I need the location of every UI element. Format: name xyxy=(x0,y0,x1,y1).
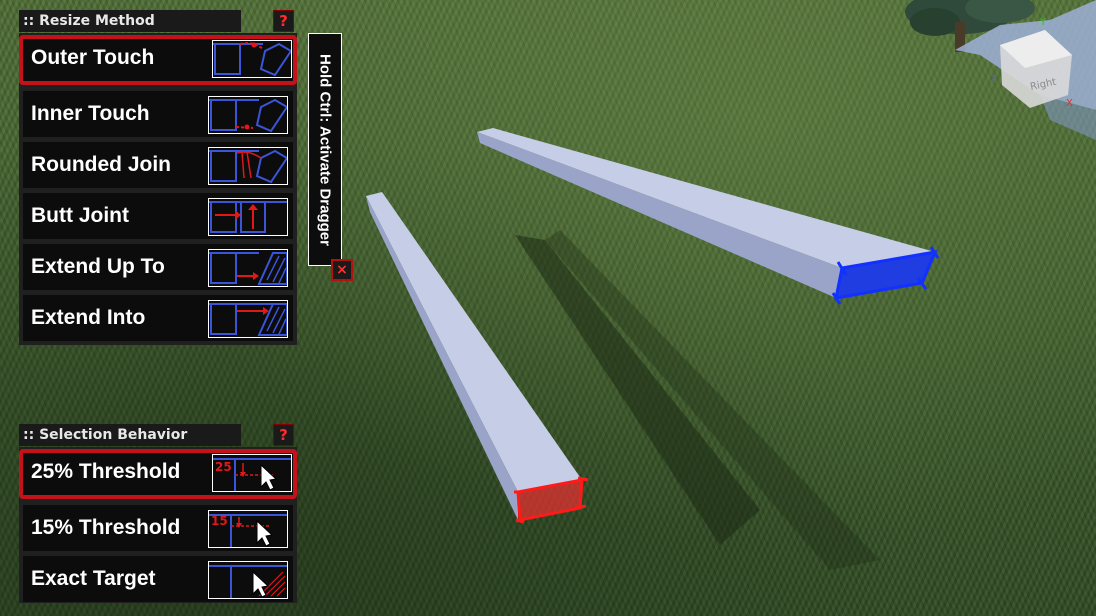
extend-into-icon xyxy=(208,300,288,338)
tip-text: Hold Ctrl: Activate Dragger xyxy=(316,53,334,246)
selection-behavior-title: :: Selection Behavior xyxy=(23,427,188,443)
option-15-threshold[interactable]: 15% Threshold 15 xyxy=(23,505,293,551)
threshold-15-icon: 15 xyxy=(208,510,288,548)
tip-close-button[interactable]: × xyxy=(331,259,353,281)
outer-touch-icon xyxy=(212,40,292,78)
option-butt-joint[interactable]: Butt Joint xyxy=(23,193,293,239)
option-exact-target[interactable]: Exact Target xyxy=(23,556,293,602)
close-icon: × xyxy=(336,262,348,278)
svg-text:Y: Y xyxy=(1039,17,1047,28)
resize-method-help-button[interactable]: ? xyxy=(273,10,294,32)
extend-up-to-icon xyxy=(208,249,288,287)
svg-text:Z: Z xyxy=(990,74,997,85)
selection-behavior-help-button[interactable]: ? xyxy=(273,424,294,446)
option-outer-touch[interactable]: Outer Touch xyxy=(19,35,297,85)
option-extend-up-to[interactable]: Extend Up To xyxy=(23,244,293,290)
option-inner-touch[interactable]: Inner Touch xyxy=(23,91,293,137)
selection-behavior-header: :: Selection Behavior xyxy=(19,424,241,446)
resize-method-title: :: Resize Method xyxy=(23,13,155,29)
option-25-threshold[interactable]: 25% Threshold 25 xyxy=(19,449,297,499)
butt-joint-icon xyxy=(208,198,288,236)
rounded-join-icon xyxy=(208,147,288,185)
ctrl-dragger-tip: Hold Ctrl: Activate Dragger xyxy=(308,33,342,266)
option-extend-into[interactable]: Extend Into xyxy=(23,295,293,341)
svg-text:X: X xyxy=(1066,98,1073,109)
option-rounded-join[interactable]: Rounded Join xyxy=(23,142,293,188)
inner-touch-icon xyxy=(208,96,288,134)
threshold-25-icon: 25 xyxy=(212,454,292,492)
resize-method-header: :: Resize Method xyxy=(19,10,241,32)
exact-target-icon xyxy=(208,561,288,599)
svg-text:25: 25 xyxy=(215,460,232,474)
svg-text:15: 15 xyxy=(211,514,228,528)
